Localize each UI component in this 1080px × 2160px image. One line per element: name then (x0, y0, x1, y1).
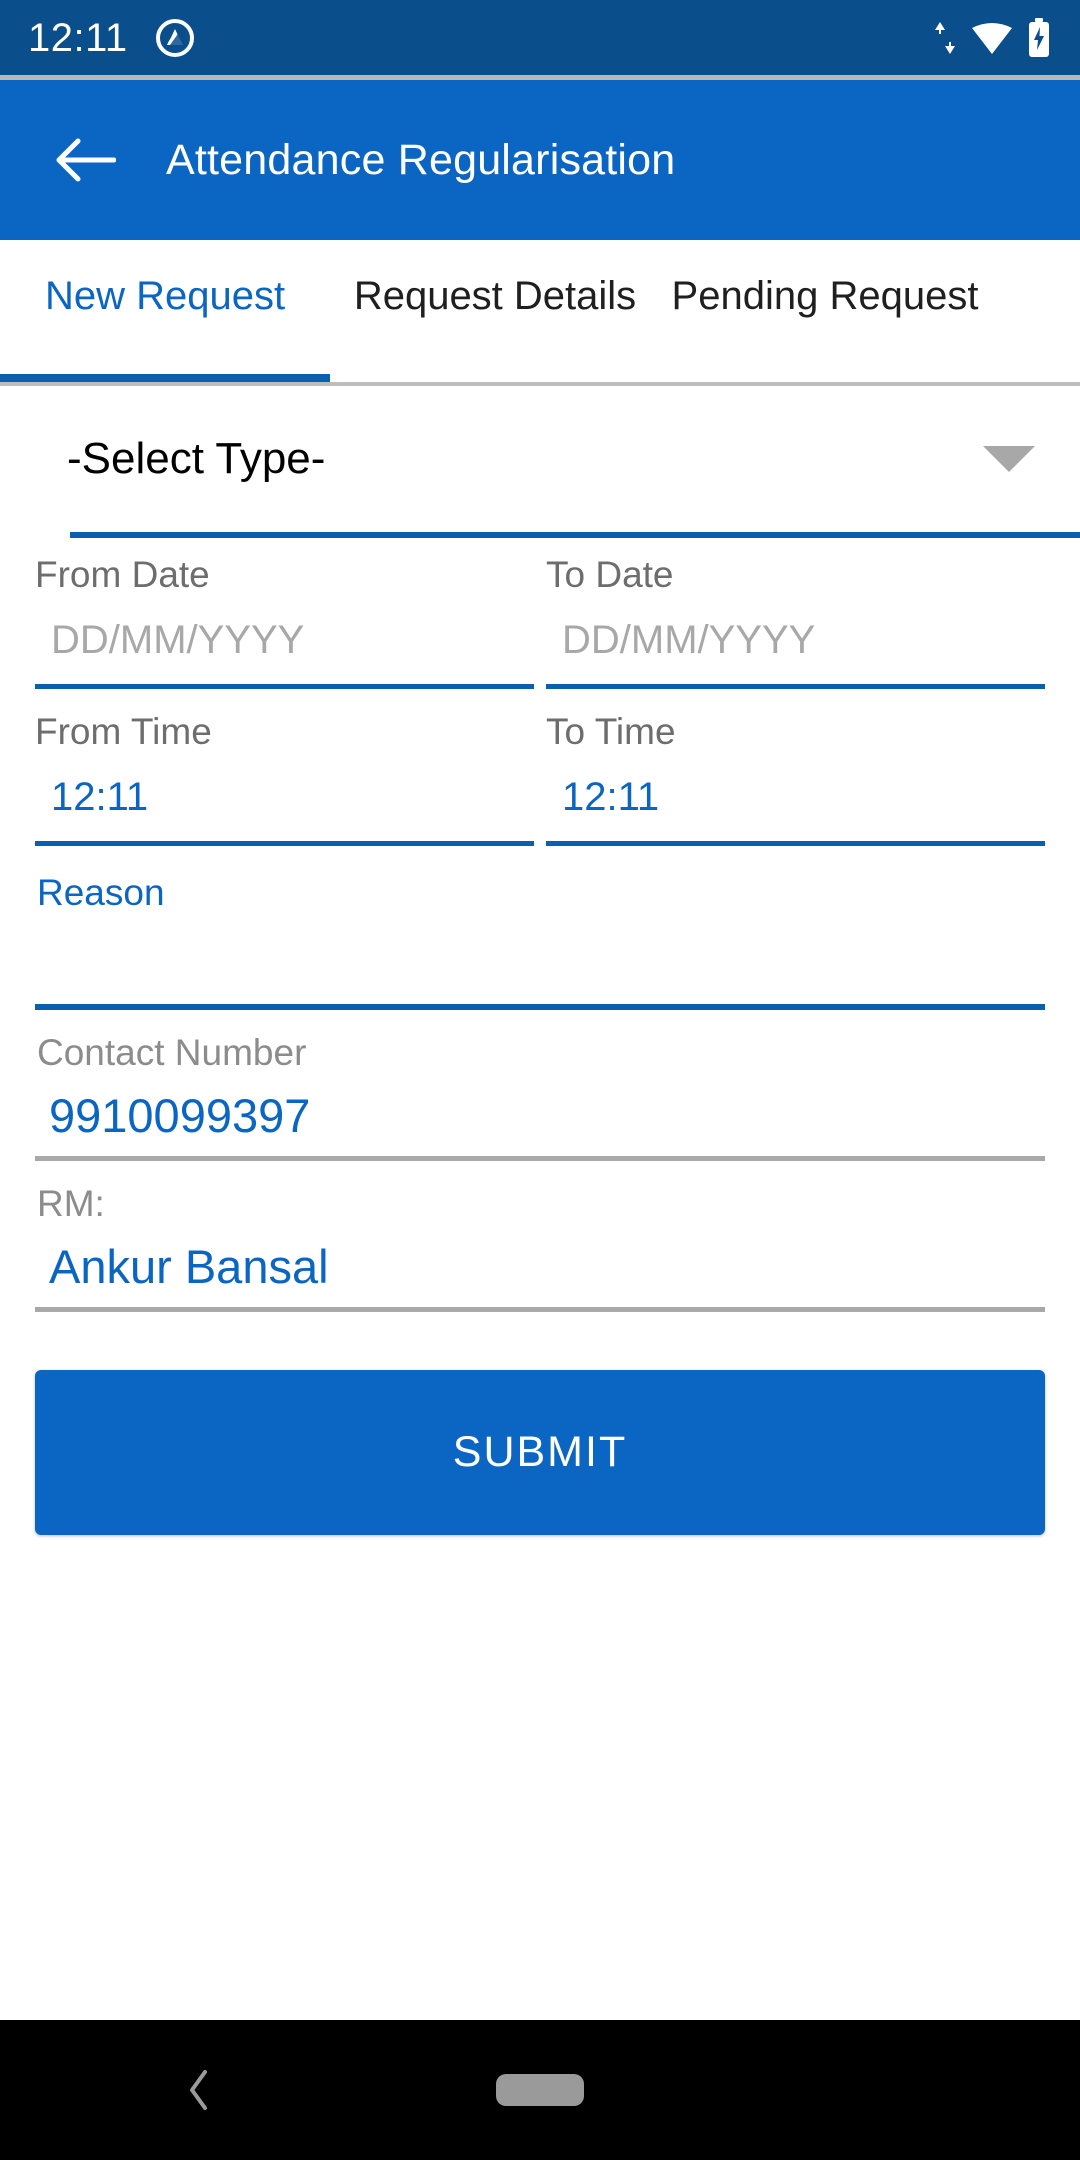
system-navigation-bar (0, 2020, 1080, 2160)
to-date-field[interactable]: To Date DD/MM/YYYY (546, 532, 1045, 689)
reason-field[interactable]: Reason (35, 846, 1045, 1010)
tab-label: Request Details (353, 274, 637, 318)
reason-input[interactable] (35, 914, 1045, 1004)
to-time-label: To Time (546, 711, 676, 752)
rm-field[interactable]: RM: Ankur Bansal (35, 1161, 1045, 1312)
contact-number-field[interactable]: Contact Number 9910099397 (35, 1010, 1045, 1161)
app-screen: 12:11 Attendance Regularisation New Requ… (0, 0, 1080, 2160)
status-bar-notifications (154, 17, 196, 59)
date-row: From Date DD/MM/YYYY To Date DD/MM/YYYY (35, 532, 1045, 689)
from-date-label: From Date (35, 554, 210, 595)
from-time-input[interactable]: 12:11 (35, 753, 534, 841)
new-request-form: -Select Type- From Date DD/MM/YYYY To Da… (0, 386, 1080, 1535)
tab-new-request[interactable]: New Request (0, 240, 330, 353)
tab-pending-request[interactable]: Pending Request (660, 240, 990, 353)
nav-back-button[interactable] (185, 2068, 211, 2112)
contact-number-label: Contact Number (37, 1032, 307, 1073)
from-date-field[interactable]: From Date DD/MM/YYYY (35, 532, 534, 689)
tab-request-details[interactable]: Request Details (330, 240, 660, 353)
from-time-label: From Time (35, 711, 212, 752)
to-date-input[interactable]: DD/MM/YYYY (546, 596, 1045, 684)
back-button[interactable] (30, 105, 140, 215)
from-date-input[interactable]: DD/MM/YYYY (35, 596, 534, 684)
tab-label: New Request (44, 274, 286, 318)
tab-bar: New Request Request Details Pending Requ… (0, 240, 1080, 385)
tab-label: Pending Request (671, 274, 979, 318)
nav-home-pill[interactable] (496, 2074, 584, 2106)
rm-input[interactable]: Ankur Bansal (35, 1225, 1045, 1307)
time-row: From Time 12:11 To Time 12:11 (35, 689, 1045, 846)
submit-container: SUBMIT (35, 1370, 1045, 1535)
type-select-value: -Select Type- (67, 434, 326, 483)
status-bar-indicators (932, 17, 1052, 58)
rm-underline (35, 1307, 1045, 1312)
back-arrow-icon (54, 136, 116, 184)
contact-number-input[interactable]: 9910099397 (35, 1074, 1045, 1156)
wifi-icon (970, 20, 1014, 56)
from-time-field[interactable]: From Time 12:11 (35, 689, 534, 846)
to-time-input[interactable]: 12:11 (546, 753, 1045, 841)
nav-back-icon (185, 2068, 211, 2112)
reason-label: Reason (37, 872, 165, 913)
app-bar: Attendance Regularisation (0, 80, 1080, 240)
battery-charging-icon (1026, 17, 1052, 58)
to-date-label: To Date (546, 554, 674, 595)
app-notification-icon (154, 17, 196, 59)
data-transfer-icon (932, 20, 958, 56)
rm-label: RM: (37, 1183, 105, 1224)
status-bar: 12:11 (0, 0, 1080, 75)
to-time-field[interactable]: To Time 12:11 (546, 689, 1045, 846)
type-select[interactable]: -Select Type- (35, 386, 1080, 538)
page-title: Attendance Regularisation (166, 135, 676, 184)
tab-active-indicator (0, 374, 330, 382)
chevron-down-icon[interactable] (983, 446, 1035, 472)
status-bar-clock: 12:11 (28, 15, 128, 60)
submit-button[interactable]: SUBMIT (35, 1370, 1045, 1535)
